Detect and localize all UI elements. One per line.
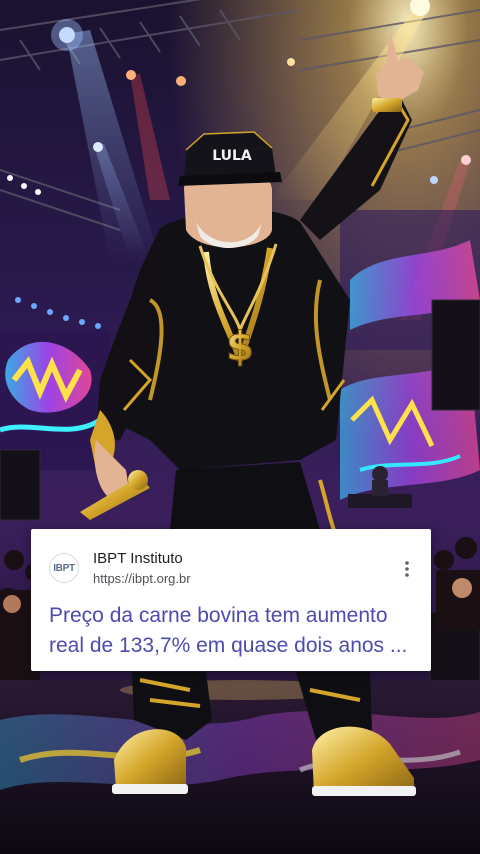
screen: $ LULA IBPT IBPT Instituto https://ibpt.… — [0, 0, 480, 854]
more-options-button[interactable] — [397, 557, 417, 581]
site-name: IBPT Instituto — [93, 550, 183, 567]
dollar-pendant: $ — [226, 324, 254, 370]
card-header: IBPT IBPT Instituto https://ibpt.org.br — [31, 529, 431, 603]
cap-logo: LULA — [212, 148, 252, 164]
background-photo: $ LULA — [0, 0, 480, 854]
site-url: https://ibpt.org.br — [93, 571, 191, 586]
site-favicon: IBPT — [49, 553, 79, 583]
more-vertical-icon — [405, 561, 409, 577]
favicon-label: IBPT — [53, 562, 75, 574]
article-headline-link[interactable]: Preço da carne bovina tem aumento real d… — [49, 601, 421, 661]
link-preview-card[interactable]: IBPT IBPT Instituto https://ibpt.org.br … — [31, 529, 431, 671]
